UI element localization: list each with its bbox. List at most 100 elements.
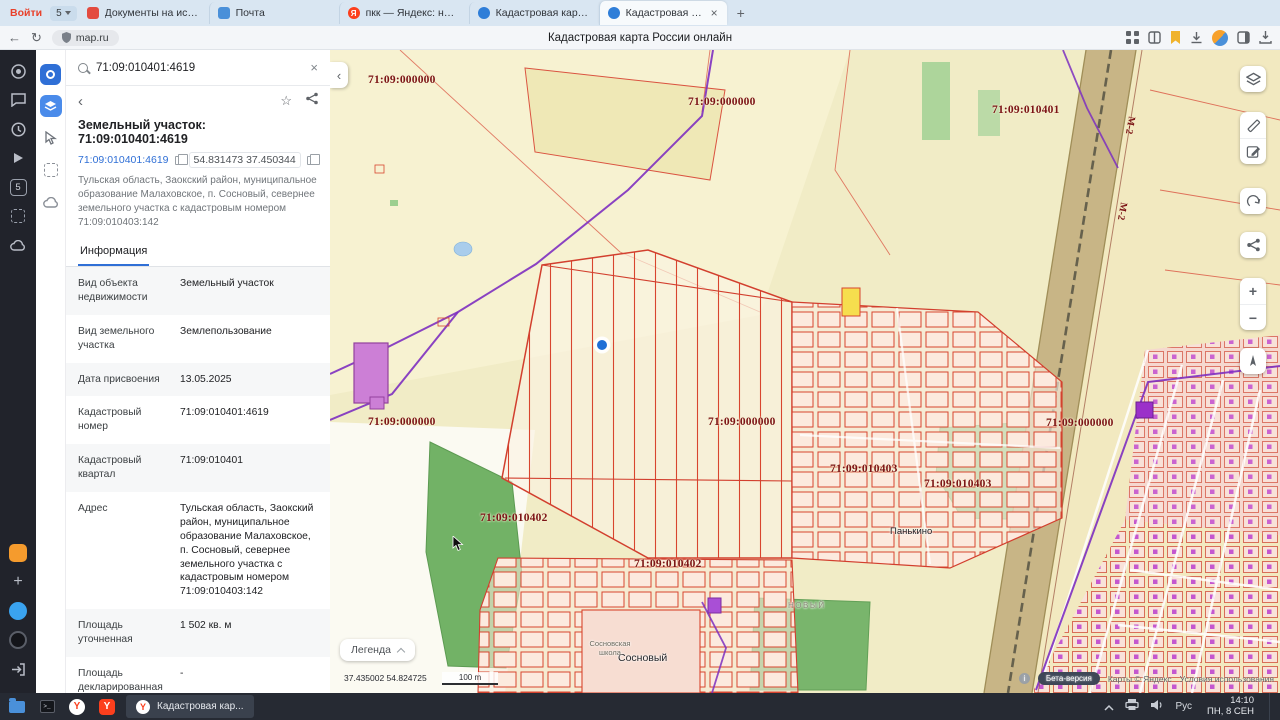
quarter-label[interactable]: 71:09:000000 xyxy=(368,74,436,86)
tab-mail[interactable]: Почта xyxy=(208,2,337,24)
site-address: map.ru xyxy=(75,31,109,44)
tab-title: Почта xyxy=(235,7,265,19)
layers-button[interactable] xyxy=(1240,66,1266,92)
download-tray-icon[interactable] xyxy=(1259,31,1272,44)
panel-back-icon[interactable]: ‹ xyxy=(78,93,83,110)
tab-information[interactable]: Информация xyxy=(78,238,150,266)
back-icon[interactable]: ← xyxy=(8,31,21,44)
downloads-icon[interactable] xyxy=(1190,31,1203,44)
map-share-button[interactable] xyxy=(1240,232,1266,258)
profile-avatar[interactable] xyxy=(1212,29,1228,46)
legend-button[interactable]: Легенда xyxy=(340,639,415,661)
quarter-label[interactable]: 71:09:000000 xyxy=(1046,417,1114,429)
measure-area-icon[interactable] xyxy=(40,159,62,181)
map-canvas[interactable]: М-2 М-2 71:09:000000 71:09:000000 71:09:… xyxy=(330,50,1280,693)
table-row: Площадь декларированная - xyxy=(78,668,184,693)
reset-rotation-button[interactable] xyxy=(1240,188,1266,214)
yandex-favicon-icon: Я xyxy=(347,7,360,19)
taskbar-clock[interactable]: 14:10 ПН, 8 СЕН xyxy=(1207,694,1254,718)
tray-expand-icon[interactable] xyxy=(1104,698,1115,716)
add-panel-icon[interactable]: + xyxy=(5,569,31,595)
quarter-label[interactable]: 71:09:010403 xyxy=(924,478,992,490)
copyright-text: Карты © Яндекс xyxy=(1107,673,1172,684)
alice-app-icon[interactable] xyxy=(5,598,31,624)
table-row: Кадастровый квартал 71:09:010401 xyxy=(66,444,330,493)
protect-shield-icon xyxy=(61,32,71,43)
browser-addressbar: ← ↻ map.ru Кадастровая карта России онла… xyxy=(0,26,1280,50)
printer-icon[interactable] xyxy=(1125,698,1140,716)
reload-icon[interactable]: ↻ xyxy=(31,31,42,44)
copy-icon[interactable] xyxy=(306,153,320,165)
quarter-label[interactable]: 71:09:000000 xyxy=(708,416,776,428)
site-address-pill[interactable]: map.ru xyxy=(51,29,119,46)
quarter-label[interactable]: 71:09:010403 xyxy=(830,463,898,475)
show-desktop-button[interactable] xyxy=(1269,693,1274,720)
chats-icon[interactable] xyxy=(5,87,31,113)
edit-button[interactable] xyxy=(1240,138,1266,164)
clear-search-icon[interactable]: × xyxy=(310,60,318,75)
quarter-label[interactable]: 71:09:010401 xyxy=(992,104,1060,116)
geolocation-button[interactable] xyxy=(1240,348,1266,374)
panel-collapse-button[interactable]: ‹ xyxy=(330,62,348,88)
search-tool-button[interactable] xyxy=(39,95,62,117)
alice-icon[interactable] xyxy=(5,58,31,84)
quarter-label[interactable]: 71:09:010402 xyxy=(634,558,702,570)
window-title: Кадастровая кар... xyxy=(157,701,244,712)
cadastral-number-link[interactable]: 71:09:010401:4619 xyxy=(78,154,169,166)
chevron-up-icon xyxy=(396,647,406,656)
tab-cadastral-map-active[interactable]: Кадастровая карта Ро × xyxy=(598,1,727,25)
tab-yandex-search[interactable]: Я пкк — Яндекс: нашлось xyxy=(338,2,467,24)
profile-circle-icon[interactable] xyxy=(5,627,31,653)
cloud-icon[interactable] xyxy=(5,232,31,258)
favorite-star-icon[interactable]: ☆ xyxy=(280,93,292,109)
tab-close-icon[interactable]: × xyxy=(710,7,719,19)
volume-icon[interactable] xyxy=(1150,698,1164,716)
browser-sidebar: 5 + xyxy=(0,50,36,693)
screenshot-icon[interactable] xyxy=(5,203,31,229)
tab-documents[interactable]: Документы на исполнен xyxy=(79,2,207,24)
mouse-cursor xyxy=(452,536,464,552)
beta-badge: Бета-версия xyxy=(1037,672,1100,685)
rail-cloud-icon[interactable] xyxy=(40,191,62,213)
pointer-tool-icon[interactable] xyxy=(40,127,62,149)
apps-grid-icon[interactable] xyxy=(1126,31,1139,44)
bookmark-flag-icon[interactable] xyxy=(1170,31,1181,44)
place-label-pankino: Панькино xyxy=(890,526,933,537)
browser-login-button[interactable]: Войти xyxy=(4,7,48,19)
zoom-in-button[interactable]: + xyxy=(1240,278,1266,304)
active-window-button[interactable]: Y Кадастровая кар... xyxy=(126,695,254,718)
history-icon[interactable] xyxy=(5,116,31,142)
pkk-logo-icon[interactable] xyxy=(40,64,61,85)
terms-link[interactable]: Условия использования xyxy=(1180,674,1274,684)
table-row: Адрес Тульская область, Заокский район, м… xyxy=(78,503,314,598)
system-tray: Рус 14:10 ПН, 8 СЕН xyxy=(1104,693,1274,720)
quarter-label[interactable]: 71:09:000000 xyxy=(688,96,756,108)
object-info-panel: × ‹ ☆ Земельный участок: 71:09:010401:46… xyxy=(66,50,330,693)
info-icon[interactable]: i xyxy=(1018,673,1030,684)
panel-tabs: Информация xyxy=(66,238,330,267)
tab-cadastral-map-1[interactable]: Кадастровая карта Росс xyxy=(468,2,597,24)
browser-y-red-icon[interactable]: Y xyxy=(96,696,118,718)
tab-group-counter[interactable]: 5 xyxy=(50,5,77,21)
quarter-label[interactable]: 71:09:010402 xyxy=(480,512,548,524)
browser-y-white-icon[interactable]: Y xyxy=(66,696,88,718)
copy-icon[interactable] xyxy=(174,153,188,165)
quarter-label[interactable]: 71:09:000000 xyxy=(368,416,436,428)
sidebar-toggle-icon[interactable] xyxy=(1237,31,1250,44)
object-description: Тульская область, Заокский район, муници… xyxy=(78,175,317,228)
map-tool-rail xyxy=(36,50,66,693)
file-manager-icon[interactable] xyxy=(6,696,28,718)
collections-icon[interactable] xyxy=(1148,31,1161,44)
sidebar-exit-icon[interactable] xyxy=(5,656,31,682)
notes-badge[interactable]: 5 xyxy=(5,174,31,200)
share-icon[interactable] xyxy=(306,92,318,110)
keyboard-layout-indicator[interactable]: Рус xyxy=(1175,701,1192,712)
zoom-out-button[interactable]: − xyxy=(1240,304,1266,330)
new-tab-button[interactable]: + xyxy=(729,5,753,21)
video-icon[interactable] xyxy=(5,145,31,171)
ruler-button[interactable] xyxy=(1240,112,1266,138)
terminal-icon[interactable]: >_ xyxy=(36,696,58,718)
yandex-services-icon[interactable] xyxy=(5,540,31,566)
clock-time: 14:10 xyxy=(1230,694,1254,706)
search-input[interactable] xyxy=(96,61,303,74)
